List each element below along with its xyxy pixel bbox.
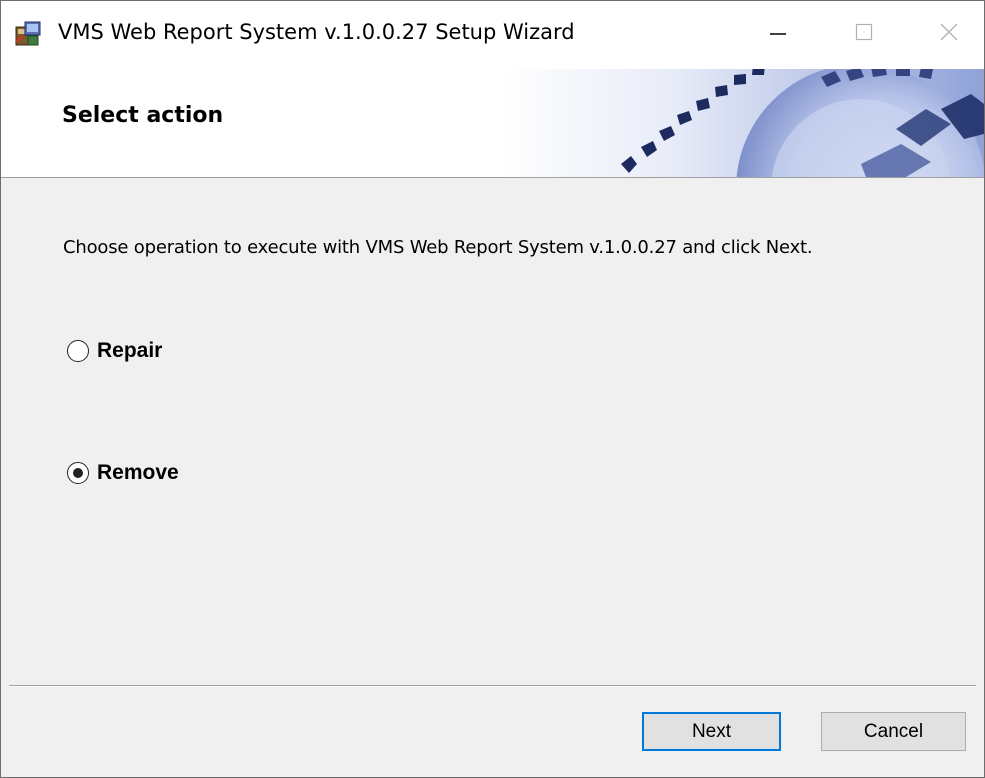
close-icon [939,22,959,47]
remove-option[interactable]: Remove [67,461,179,485]
close-button[interactable] [924,13,974,55]
repair-option-label[interactable]: Repair [97,339,162,363]
repair-option[interactable]: Repair [67,339,162,363]
gears-banner-image [501,69,984,177]
remove-option-label[interactable]: Remove [97,461,179,485]
page-title: Select action [62,103,224,128]
header-banner: Select action [1,69,984,178]
minimize-button[interactable] [753,13,803,55]
window-title: VMS Web Report System v.1.0.0.27 Setup W… [58,20,575,44]
repair-radio-button[interactable] [67,340,89,362]
cancel-button[interactable]: Cancel [821,712,966,751]
minimize-icon [768,22,788,47]
maximize-icon [854,22,874,47]
next-button[interactable]: Next [642,712,781,751]
remove-radio-button[interactable] [67,462,89,484]
maximize-button[interactable] [839,13,889,55]
title-bar: VMS Web Report System v.1.0.0.27 Setup W… [1,1,984,69]
setup-wizard-window: VMS Web Report System v.1.0.0.27 Setup W… [0,0,985,778]
instruction-text: Choose operation to execute with VMS Web… [63,237,813,258]
footer-separator [9,685,976,687]
installer-app-icon [13,19,43,49]
